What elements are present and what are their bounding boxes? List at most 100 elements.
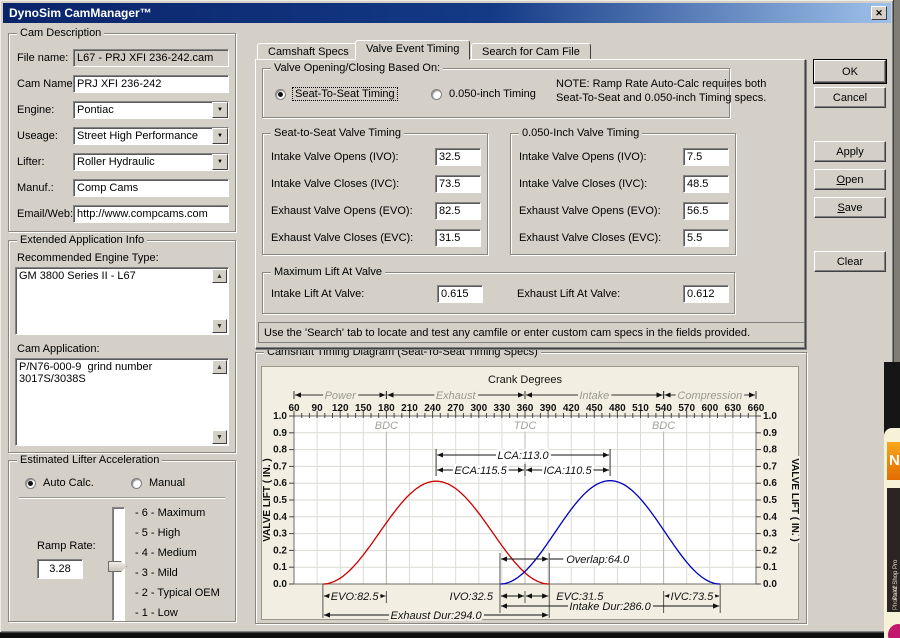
svg-text:0.8: 0.8 [273, 445, 287, 456]
inch-evo-input[interactable] [683, 202, 729, 220]
svg-text:Power: Power [325, 390, 358, 402]
cancel-button[interactable]: Cancel [814, 87, 886, 108]
scroll-up-icon[interactable]: ▲ [212, 269, 227, 283]
exhaust-lift-input[interactable] [683, 285, 729, 303]
manual-label: Manual [149, 477, 185, 489]
note-line2: Seat-To-Seat and 0.050-inch Timing specs… [556, 92, 766, 104]
title-bar[interactable]: DynoSim CamManager™ ✕ [3, 3, 891, 23]
row-label: Intake Valve Opens (IVO): [519, 151, 647, 163]
inch-timing-radio[interactable] [431, 89, 442, 100]
scale-label-4: - 4 - Medium [135, 547, 197, 559]
scroll-down-icon[interactable]: ▼ [212, 430, 227, 444]
scale-label-2: - 2 - Typical OEM [135, 587, 220, 599]
tab-valve-event-timing[interactable]: Valve Event Timing [355, 40, 470, 60]
inch-timing-label: 0.050-inch Timing [449, 88, 536, 100]
scroll-up-icon[interactable]: ▲ [212, 360, 227, 374]
engine-type-label: Recommended Engine Type: [17, 252, 159, 264]
row-label: Intake Valve Closes (IVC): [271, 178, 399, 190]
tab-camshaft-specs[interactable]: Camshaft Specs [257, 43, 360, 60]
seat-timing-group: Seat-to-Seat Valve Timing Intake Valve O… [262, 133, 488, 255]
svg-text:Exhaust Dur:294.0: Exhaust Dur:294.0 [391, 610, 483, 621]
email-web-label: Email/Web: [17, 208, 73, 220]
valve-basis-group: Valve Opening/Closing Based On: Seat-To-… [262, 68, 730, 118]
close-button[interactable]: ✕ [871, 6, 887, 20]
svg-text:0.0: 0.0 [763, 579, 777, 590]
screen: DynoSim CamManager™ ✕ Cam Description Fi… [0, 0, 900, 638]
scroll-down-icon[interactable]: ▼ [212, 319, 227, 333]
svg-text:0.4: 0.4 [273, 512, 287, 523]
scale-label-1: - 1 - Low [135, 607, 178, 619]
inch-ivc-input[interactable] [683, 175, 729, 193]
scale-label-6: - 6 - Maximum [135, 507, 205, 519]
lifter-combo[interactable]: Roller Hydraulic ▼ [73, 153, 229, 171]
useage-label: Useage: [17, 130, 58, 142]
lifter-accel-group: Estimated Lifter Acceleration Auto Calc.… [8, 460, 236, 622]
inch-evc-input[interactable] [683, 229, 729, 247]
svg-text:LCA:113.0: LCA:113.0 [497, 450, 549, 462]
seat-evc-input[interactable] [435, 229, 481, 247]
svg-text:Intake Dur:286.0: Intake Dur:286.0 [569, 601, 651, 613]
clear-button[interactable]: Clear [814, 251, 886, 272]
cam-application-textarea[interactable]: P/N76-000-9 grind number 3017S/3038S ▲ ▼ [15, 358, 229, 446]
email-web-field[interactable] [73, 205, 229, 223]
svg-text:0.9: 0.9 [273, 428, 287, 439]
search-hint-text: Use the 'Search' tab to locate and test … [264, 327, 750, 339]
cam-application-label: Cam Application: [17, 343, 100, 355]
useage-combo[interactable]: Street High Performance ▼ [73, 127, 229, 145]
inch-ivo-input[interactable] [683, 148, 729, 166]
svg-text:Intake: Intake [579, 390, 609, 402]
engine-value: Pontiac [77, 104, 114, 116]
svg-text:TDC: TDC [514, 420, 537, 432]
auto-calc-radio[interactable] [25, 478, 36, 489]
note-line1: NOTE: Ramp Rate Auto-Calc requires both [556, 78, 766, 90]
chevron-down-icon[interactable]: ▼ [212, 154, 228, 170]
svg-text:0.6: 0.6 [763, 478, 777, 489]
cam-name-field[interactable] [73, 75, 229, 93]
manual-radio[interactable] [131, 478, 142, 489]
svg-text:1.0: 1.0 [273, 411, 287, 422]
svg-text:0.1: 0.1 [763, 562, 777, 573]
svg-text:0.5: 0.5 [763, 495, 777, 506]
row-label: Exhaust Valve Closes (EVC): [271, 232, 413, 244]
apply-button[interactable]: Apply [814, 141, 886, 162]
timing-diagram: Crank DegreesPowerExhaustIntakeCompressi… [261, 366, 799, 620]
chevron-down-icon[interactable]: ▼ [212, 128, 228, 144]
engine-combo[interactable]: Pontiac ▼ [73, 101, 229, 119]
svg-text:0.0: 0.0 [273, 579, 287, 590]
lifter-value: Roller Hydraulic [77, 156, 155, 168]
manuf-label: Manuf.: [17, 182, 54, 194]
separator [19, 497, 225, 499]
tab-search-for-cam-file[interactable]: Search for Cam File [471, 43, 591, 60]
seat-to-seat-radio[interactable] [275, 89, 286, 100]
manuf-field[interactable] [73, 179, 229, 197]
svg-text:0.5: 0.5 [273, 495, 287, 506]
ok-button[interactable]: OK [814, 60, 886, 83]
cam-description-group: Cam Description File name: Cam Name: Eng… [8, 33, 236, 232]
row-label: Exhaust Valve Closes (EVC): [519, 232, 661, 244]
save-button[interactable]: Save [814, 197, 886, 218]
intake-lift-input[interactable] [437, 285, 483, 303]
background-banner: N [887, 442, 900, 480]
search-hint-bar: Use the 'Search' tab to locate and test … [258, 322, 805, 343]
svg-text:1.0: 1.0 [763, 411, 777, 422]
svg-text:0.9: 0.9 [763, 428, 777, 439]
seat-evo-input[interactable] [435, 202, 481, 220]
svg-text:0.4: 0.4 [763, 512, 777, 523]
svg-text:0.8: 0.8 [763, 445, 777, 456]
svg-text:Crank Degrees: Crank Degrees [488, 374, 562, 386]
row-label: Intake Valve Opens (IVO): [271, 151, 399, 163]
svg-text:0.1: 0.1 [273, 562, 287, 573]
group-title: Cam Description [17, 27, 104, 39]
lifter-label: Lifter: [17, 156, 45, 168]
seat-to-seat-label[interactable]: Seat-To-Seat Timing [293, 88, 397, 100]
open-button[interactable]: Open [814, 169, 886, 190]
svg-text:0.7: 0.7 [763, 461, 777, 472]
group-title: Estimated Lifter Acceleration [17, 454, 162, 466]
close-icon: ✕ [875, 8, 883, 19]
engine-type-textarea[interactable]: GM 3800 Series II - L67 ▲ ▼ [15, 267, 229, 335]
seat-ivc-input[interactable] [435, 175, 481, 193]
seat-ivo-input[interactable] [435, 148, 481, 166]
ramp-rate-label: Ramp Rate: [37, 540, 96, 552]
chevron-down-icon[interactable]: ▼ [212, 102, 228, 118]
svg-text:0.7: 0.7 [273, 461, 287, 472]
